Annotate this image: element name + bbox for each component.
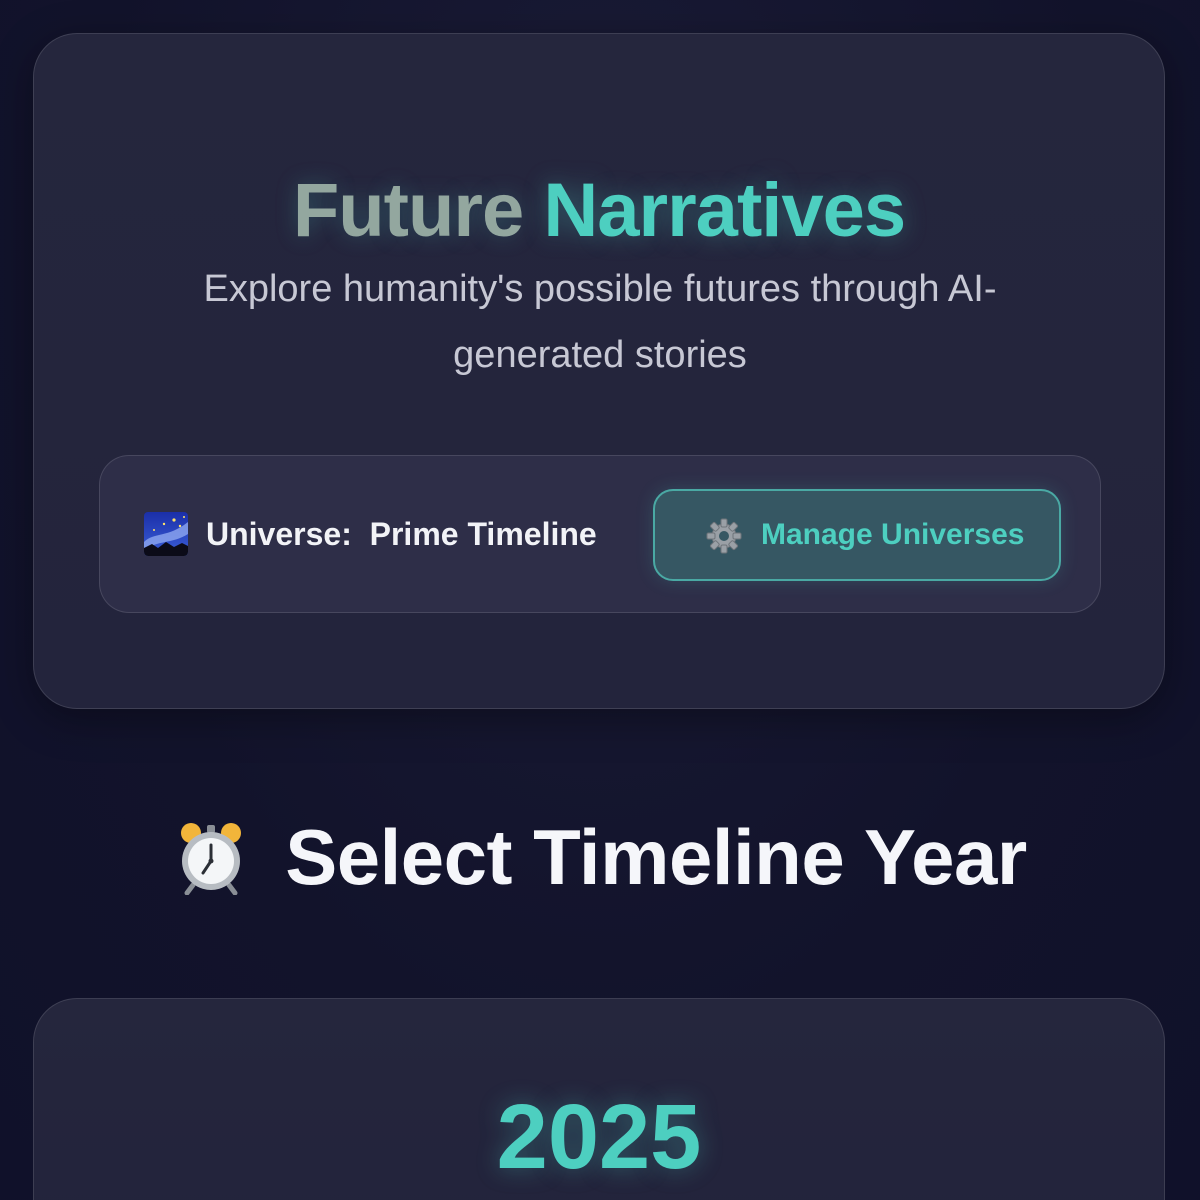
alarm-clock-icon	[173, 819, 249, 896]
milky-way-icon	[144, 512, 188, 556]
title-word-narratives: Narratives	[543, 168, 906, 253]
year-card: 2025	[33, 998, 1165, 1200]
universe-bar: Universe: Prime Timeline Manage Universe…	[99, 455, 1101, 613]
title-word-future: Future	[292, 168, 524, 253]
manage-universes-label: Manage Universes	[761, 518, 1025, 551]
gear-icon	[705, 517, 743, 555]
manage-universes-button[interactable]: Manage Universes	[653, 489, 1061, 581]
section-heading: Select Timeline Year	[0, 812, 1200, 902]
page-subtitle: Explore humanity's possible futures thro…	[203, 268, 997, 376]
universe-label: Universe: Prime Timeline	[206, 516, 597, 552]
page-title: Future Narratives	[34, 166, 1164, 256]
header-card: Future Narratives Explore humanity's pos…	[33, 33, 1165, 709]
page: Future Narratives Explore humanity's pos…	[0, 0, 1200, 1200]
section-title: Select Timeline Year	[285, 813, 1027, 901]
selected-year: 2025	[496, 1086, 702, 1188]
